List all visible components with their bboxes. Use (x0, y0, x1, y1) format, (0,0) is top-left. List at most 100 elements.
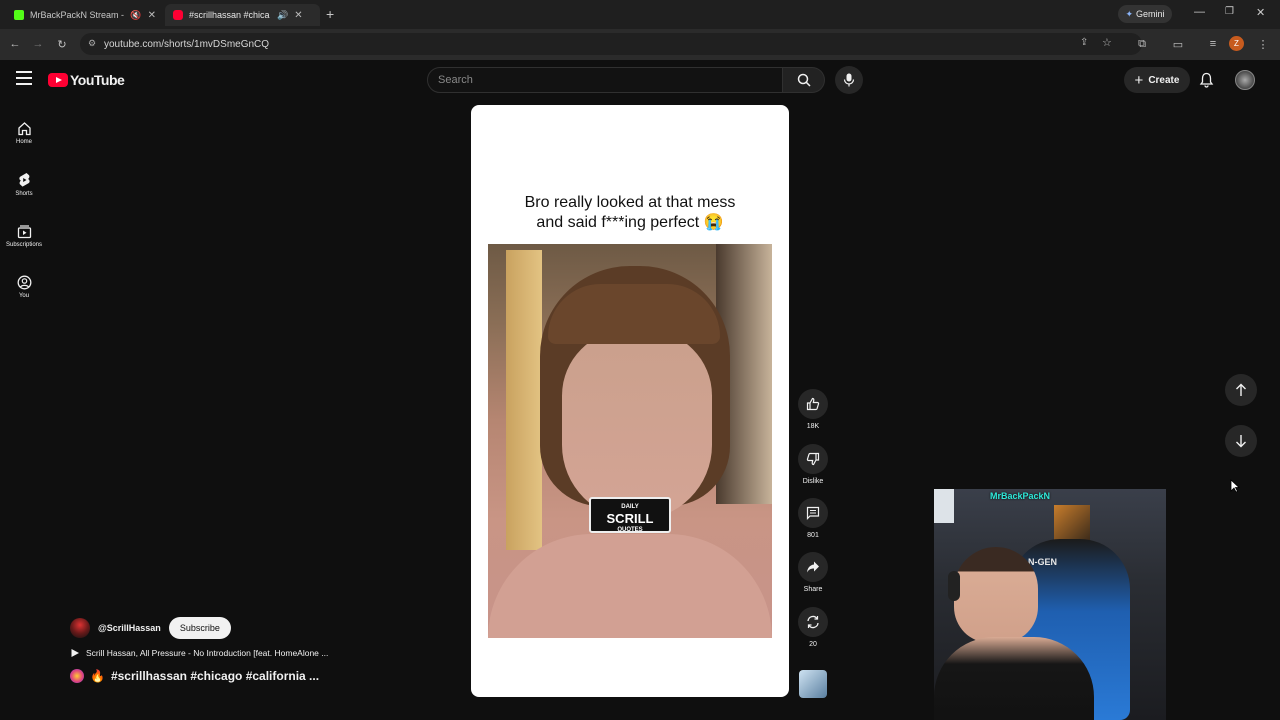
search-icon (797, 73, 811, 87)
arrow-up-icon (1236, 383, 1246, 396)
caption-line-1: Bro really looked at that mess (524, 194, 736, 211)
close-tab-icon[interactable]: ✕ (148, 10, 156, 21)
watermark-mid: SCRILL (606, 511, 654, 526)
streamer-head (954, 547, 1038, 643)
emoji-sticker-icon (70, 669, 84, 683)
thumbs-up-icon (798, 389, 828, 419)
browser-tab-kick[interactable]: MrBackPackN Stream - Wa 🔇 ✕ (6, 4, 164, 26)
streamer-name-overlay: MrBackPackN (990, 491, 1051, 501)
nav-label: You (18, 293, 30, 299)
you-icon (17, 275, 31, 290)
hashtags[interactable]: 🔥 #scrillhassan #chicago #california ... (70, 669, 319, 683)
tab-title: #scrillhassan #chica (189, 10, 270, 20)
hashtags-text: #scrillhassan #chicago #california ... (110, 669, 320, 683)
remix-icon (798, 607, 828, 637)
create-label: Create (1148, 74, 1180, 86)
door-frame-left (506, 250, 542, 550)
install-app-icon[interactable]: ⇪ (1080, 37, 1088, 48)
restore-window-icon[interactable]: ❐ (1225, 6, 1234, 17)
comments-button[interactable]: 801 (797, 498, 829, 539)
close-tab-icon[interactable]: ✕ (294, 10, 302, 21)
short-video-player[interactable]: Bro really looked at that mess and said … (471, 105, 789, 697)
nav-label: Shorts (15, 190, 33, 197)
face (562, 330, 712, 520)
mouse-cursor-icon (1230, 479, 1241, 498)
streamer-webcam-overlay: MrBackPackN N-GEN (934, 489, 1166, 720)
site-info-icon[interactable]: ⚙ (88, 38, 96, 49)
channel-avatar[interactable] (70, 618, 90, 638)
browser-menu-icon[interactable]: ⋮ (1255, 36, 1271, 52)
shorts-icon (18, 172, 30, 187)
reload-icon[interactable]: ↻ (54, 36, 70, 52)
browser-tab-youtube[interactable]: #scrillhassan #chica 🔊 ✕ (165, 4, 320, 26)
account-avatar[interactable] (1235, 70, 1255, 90)
search-button[interactable] (783, 67, 825, 93)
thumbs-down-icon (798, 444, 828, 474)
back-icon[interactable]: ← (7, 36, 23, 52)
play-icon (71, 649, 79, 657)
youtube-logo[interactable]: YouTube (48, 72, 125, 88)
youtube-header: YouTube Search + Create (0, 60, 1280, 100)
webcam-background-panel (934, 489, 954, 523)
close-window-icon[interactable]: ✕ (1256, 6, 1265, 19)
like-button[interactable]: 18K (797, 389, 829, 430)
channel-info: @ScrillHassan Subscribe (70, 617, 231, 639)
extensions-icon[interactable]: ⧉ (1134, 36, 1150, 52)
nav-home[interactable]: Home (0, 111, 48, 155)
nav-you[interactable]: You (0, 265, 48, 309)
nav-subscriptions[interactable]: Subscriptions (0, 214, 48, 258)
gemini-sparkle-icon: ✦ (1125, 8, 1134, 19)
music-track[interactable]: Scrill Hassan, All Pressure - No Introdu… (70, 648, 328, 658)
notifications-bell-icon[interactable] (1199, 72, 1214, 93)
nav-shorts[interactable]: Shorts (0, 162, 48, 206)
tiger-poster (1054, 505, 1090, 541)
create-button[interactable]: + Create (1124, 67, 1190, 93)
share-button[interactable]: Share (797, 552, 829, 593)
comment-icon (798, 498, 828, 528)
headphones (948, 571, 960, 601)
plus-icon: + (1134, 71, 1144, 89)
youtube-wordmark: YouTube (70, 72, 125, 88)
address-bar[interactable]: ⚙ youtube.com/shorts/1mvDSmeGnCQ ⇪ ☆ (80, 33, 1142, 55)
home-icon (17, 122, 31, 136)
profile-avatar[interactable]: Z (1229, 36, 1244, 51)
share-icon (798, 552, 828, 582)
nav-label: Home (15, 139, 32, 145)
sound-thumbnail[interactable] (799, 670, 827, 698)
dislike-label: Dislike (802, 478, 824, 485)
watermark-bottom: QUOTES (617, 527, 643, 533)
channel-name[interactable]: @ScrillHassan (98, 623, 161, 633)
media-controls-icon[interactable]: ≡ (1205, 36, 1221, 52)
search-input[interactable]: Search (427, 67, 783, 93)
subscribe-button[interactable]: Subscribe (168, 617, 231, 639)
browser-toolbar: ← → ↻ ⚙ youtube.com/shorts/1mvDSmeGnCQ ⇪… (0, 29, 1280, 60)
nav-label: Subscriptions (5, 242, 43, 248)
voice-search-button[interactable] (835, 66, 863, 94)
tab-title: MrBackPackN Stream - Wa (30, 10, 125, 20)
subscriptions-icon (17, 225, 31, 239)
previous-short-button[interactable] (1225, 374, 1257, 406)
muted-icon[interactable]: 🔇 (130, 10, 141, 21)
gemini-button[interactable]: ✦ Gemini (1118, 5, 1172, 23)
forward-icon[interactable]: → (30, 36, 46, 52)
comment-count: 801 (807, 532, 819, 539)
streamer-body (934, 637, 1094, 720)
video-frame (488, 244, 772, 638)
arrow-down-icon (1236, 435, 1246, 448)
remix-button[interactable]: 20 (797, 607, 829, 648)
browser-tab-strip: MrBackPackN Stream - Wa 🔇 ✕ #scrillhassa… (0, 0, 1280, 29)
like-count: 18K (806, 423, 820, 430)
new-tab-button[interactable]: + (326, 6, 334, 22)
url-text: youtube.com/shorts/1mvDSmeGnCQ (104, 38, 270, 50)
audio-playing-icon[interactable]: 🔊 (277, 10, 288, 21)
bangs (548, 284, 720, 344)
youtube-play-logo-icon (48, 73, 68, 87)
chair-brand-label: N-GEN (1028, 557, 1057, 567)
hamburger-menu-icon[interactable] (16, 71, 32, 85)
gemini-label: Gemini (1136, 9, 1165, 19)
bookmark-star-icon[interactable]: ☆ (1102, 36, 1112, 49)
side-panel-icon[interactable]: ▭ (1170, 36, 1186, 52)
next-short-button[interactable] (1225, 425, 1257, 457)
dislike-button[interactable]: Dislike (797, 444, 829, 485)
minimize-window-icon[interactable]: — (1194, 6, 1205, 18)
